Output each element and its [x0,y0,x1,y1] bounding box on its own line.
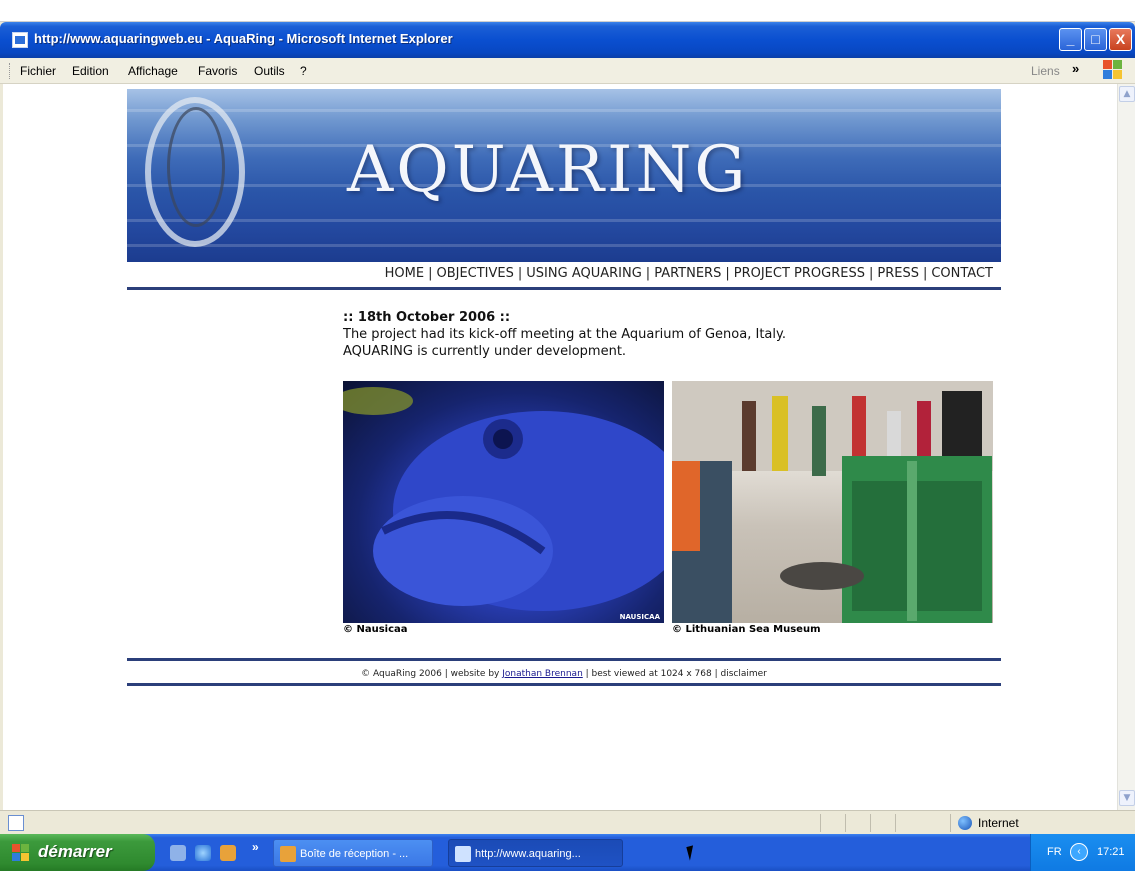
status-cell [820,814,821,832]
nav-project-progress[interactable]: PROJECT PROGRESS [734,266,865,281]
status-cell [950,814,951,832]
aquaring-banner: AQUARING [127,89,1001,262]
seal-release-illustration [672,381,993,623]
nav-partners[interactable]: PARTNERS [654,266,721,281]
nav-home[interactable]: HOME [385,266,424,281]
taskbar-item-label: Boîte de réception - ... [300,848,409,860]
nav-separator: | [428,266,433,281]
footer-author-link[interactable]: Jonathan Brennan [502,669,583,679]
news-line-1: The project had its kick-off meeting at … [343,327,786,342]
menu-fichier[interactable]: Fichier [20,64,56,78]
system-tray: FR ‹ 17:21 [1030,834,1135,871]
nausicaa-watermark: NAUSICAA [619,613,660,621]
vertical-scrollbar[interactable]: ▲ ▼ [1117,84,1135,810]
menubar-grip [9,63,11,79]
status-cell [845,814,846,832]
nav-using-aquaring[interactable]: USING AQUARING [526,266,642,281]
banner-title: AQUARING [347,133,749,207]
ie-page-icon [12,32,28,48]
menu-favoris[interactable]: Favoris [198,64,237,78]
page-viewport: AQUARING HOME | OBJECTIVES | USING AQUARING |… [3,84,1117,810]
status-bar: Internet [0,810,1135,834]
menu-bar: Fichier Edition Affichage Favoris Outils… [0,58,1135,84]
ie-window: http://www.aquaringweb.eu - AquaRing - M… [0,22,1135,871]
photo-caption-nausicaa: © Nausicaa [343,624,408,635]
page-footer: © AquaRing 2006 | website by Jonathan Br… [127,669,1001,679]
maximize-button[interactable]: □ [1084,28,1107,51]
quicklaunch-chevron-icon[interactable]: » [252,840,259,854]
links-toolbar-label[interactable]: Liens [1031,64,1060,78]
banner-wave [127,109,1001,112]
show-desktop-icon[interactable] [170,845,186,861]
page-status-icon [8,815,24,831]
links-chevron-icon[interactable]: » [1072,61,1079,76]
footer-rest: | best viewed at 1024 x 768 | disclaimer [582,669,767,679]
nav-objectives[interactable]: OBJECTIVES [436,266,513,281]
taskbar-item-inbox[interactable]: Boîte de réception - ... [273,839,433,867]
mail-client-icon[interactable] [220,845,236,861]
banner-wave [127,219,1001,222]
menu-affichage[interactable]: Affichage [128,64,178,78]
windows-logo-icon [1103,60,1123,80]
taskbar: démarrer » Boîte de réception - ... http… [0,834,1135,871]
scroll-up-arrow-icon[interactable]: ▲ [1119,86,1135,102]
news-date: :: 18th October 2006 :: [343,310,511,325]
photo-caption-lithuanian: © Lithuanian Sea Museum [672,624,821,635]
menu-help[interactable]: ? [300,64,307,78]
menu-edition[interactable]: Edition [72,64,109,78]
screen-top-margin [0,0,1135,22]
scroll-down-arrow-icon[interactable]: ▼ [1119,790,1135,806]
news-item: :: 18th October 2006 :: The project had … [343,309,786,360]
status-cell [870,814,871,832]
nav-rule [127,287,1001,290]
taskbar-item-aquaring[interactable]: http://www.aquaring... [448,839,623,867]
internet-explorer-icon[interactable] [195,845,211,861]
nav-separator: | [517,266,523,281]
close-button[interactable]: X [1109,28,1132,51]
footer-copyright: © AquaRing 2006 | website by [361,669,503,679]
taskbar-item-label: http://www.aquaring... [475,848,581,860]
start-label: démarrer [38,842,112,861]
news-line-2: AQUARING is currently under development. [343,344,627,359]
menu-outils[interactable]: Outils [254,64,285,78]
main-navigation: HOME | OBJECTIVES | USING AQUARING | PARTNERS |… [127,266,1001,281]
ring-sculpture-inner [167,107,225,227]
clock: 17:21 [1097,846,1125,858]
windows-flag-icon [12,844,30,862]
title-bar[interactable]: http://www.aquaringweb.eu - AquaRing - M… [0,22,1135,58]
status-cell [895,814,896,832]
nav-separator: | [725,266,730,281]
minimize-button[interactable]: _ [1059,28,1082,51]
nav-separator: | [922,266,928,281]
mail-client-icon [280,846,296,862]
nav-separator: | [868,266,874,281]
nav-separator: | [645,266,651,281]
internet-globe-icon [958,816,972,830]
window-title: http://www.aquaringweb.eu - AquaRing - M… [34,31,453,46]
ie-page-icon [455,846,471,862]
fish-photo: NAUSICAA [343,381,664,623]
banner-wave [127,244,1001,247]
fish-illustration [343,387,664,611]
security-zone-label: Internet [978,816,1019,830]
nav-press[interactable]: PRESS [877,266,919,281]
tray-expand-icon[interactable]: ‹ [1070,843,1088,861]
start-button[interactable]: démarrer [0,834,155,871]
nav-contact[interactable]: CONTACT [931,266,993,281]
footer-rule-bottom [127,683,1001,686]
footer-rule-top [127,658,1001,661]
language-indicator[interactable]: FR [1047,846,1062,858]
seal-release-photo [672,381,993,623]
